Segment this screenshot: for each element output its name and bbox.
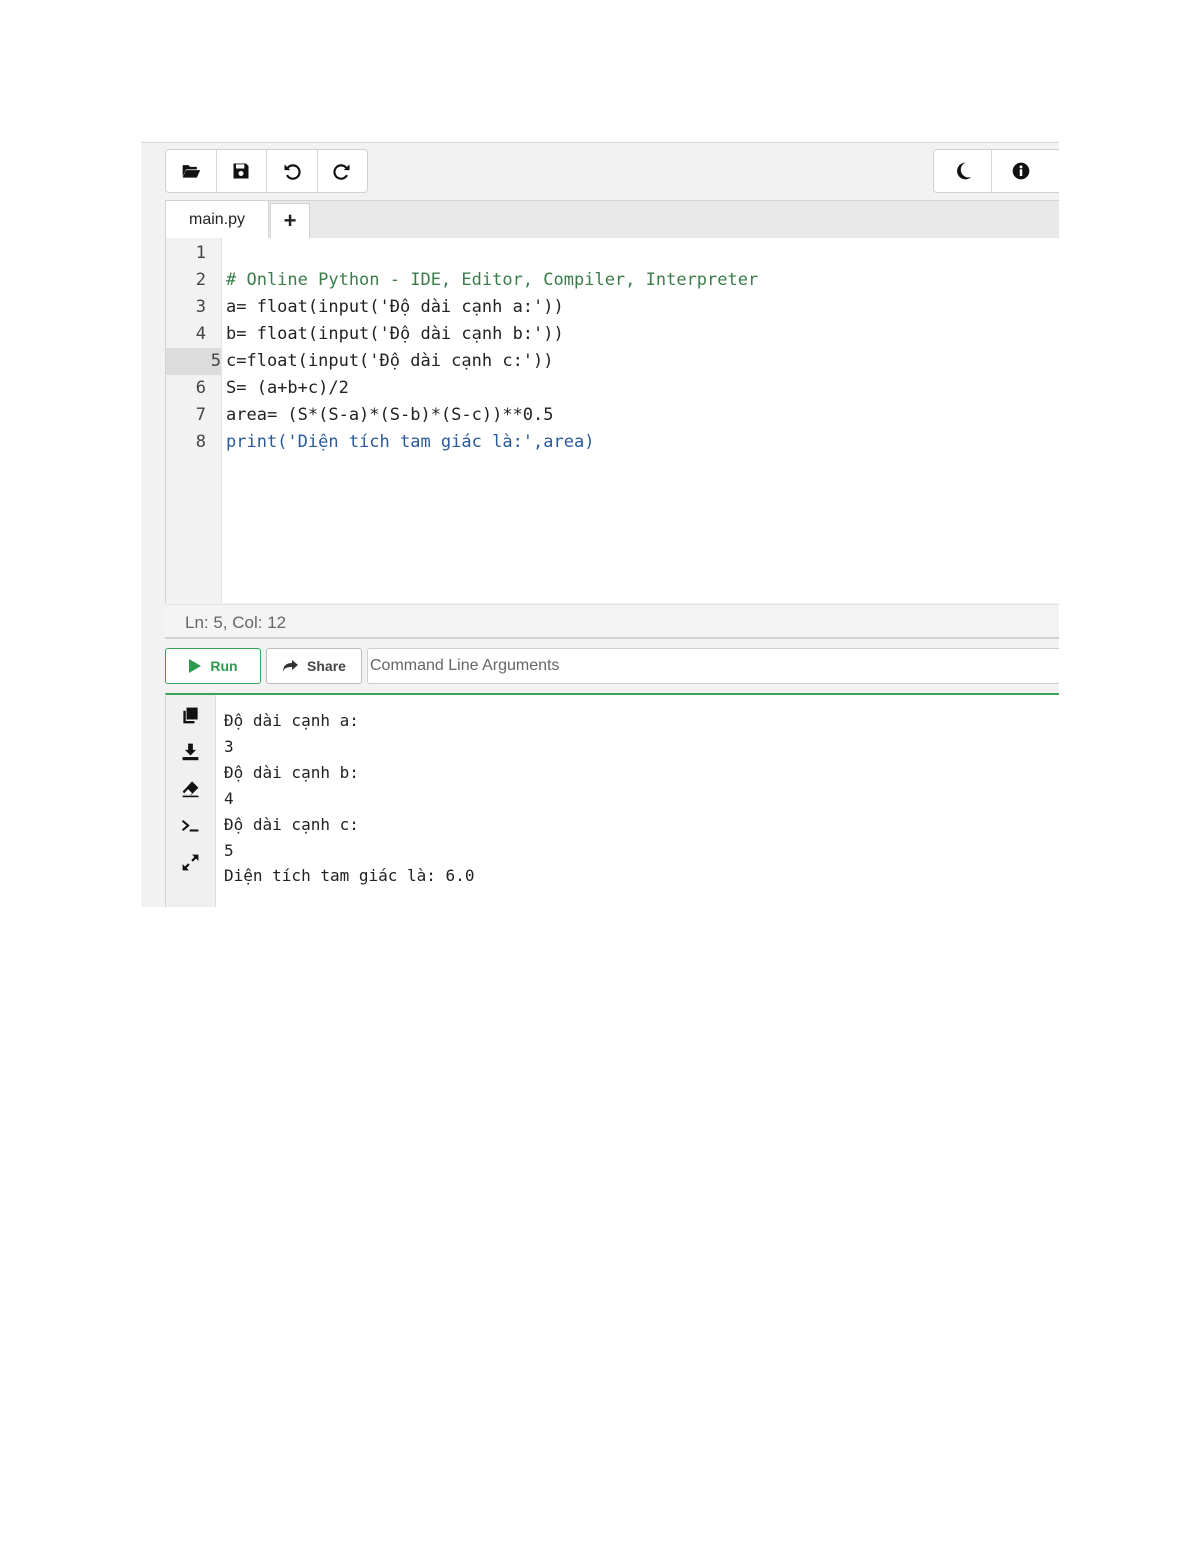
- tab-main-py[interactable]: main.py: [166, 201, 269, 239]
- code-line: b= float(input('Độ dài cạnh b:')): [226, 324, 564, 344]
- tab-bar: main.py +: [165, 200, 1059, 239]
- play-icon: [189, 659, 202, 673]
- open-file-button[interactable]: [166, 150, 217, 192]
- info-icon: [1012, 162, 1029, 180]
- output-line: Độ dài cạnh a:: [224, 711, 359, 730]
- cursor-position: Ln: 5, Col: 12: [185, 613, 287, 632]
- output-line: Độ dài cạnh b:: [224, 763, 359, 782]
- expand-console-button[interactable]: [179, 851, 201, 873]
- eraser-icon: [182, 780, 198, 797]
- code-line: print('Diện tích tam giác là:',area): [226, 432, 595, 452]
- code-editor[interactable]: 1 2 3 4 5 6 7 8 # Online Python - IDE, E…: [165, 238, 1059, 603]
- folder-open-icon: [182, 165, 200, 178]
- line-number: 7: [195, 405, 206, 425]
- save-icon: [233, 163, 249, 179]
- plus-icon: +: [283, 208, 297, 233]
- output-line: 3: [224, 737, 234, 756]
- share-button[interactable]: Share: [266, 648, 362, 684]
- share-icon: [283, 660, 299, 672]
- copy-output-button[interactable]: [179, 704, 201, 726]
- line-number: 6: [195, 378, 206, 398]
- share-label: Share: [307, 658, 346, 674]
- line-number-gutter: 1 2 3 4 5 6 7 8: [166, 238, 222, 603]
- line-number: 2: [195, 270, 206, 290]
- redo-icon: [333, 164, 350, 180]
- code-line: S= (a+b+c)/2: [226, 378, 349, 398]
- file-toolbar: [165, 149, 368, 193]
- line-number: 3: [195, 297, 206, 317]
- editor-status-bar: Ln: 5, Col: 12: [165, 604, 1059, 639]
- output-line: 4: [224, 789, 234, 808]
- terminal-icon: [181, 819, 198, 832]
- undo-icon: [284, 164, 301, 180]
- code-line: a= float(input('Độ dài cạnh a:')): [226, 297, 564, 317]
- redo-button[interactable]: [318, 150, 368, 192]
- download-icon: [182, 743, 198, 760]
- code-line: area= (S*(S-a)*(S-b)*(S-c))**0.5: [226, 405, 554, 425]
- run-label: Run: [210, 658, 238, 674]
- output-line: Độ dài cạnh c:: [224, 815, 359, 834]
- save-button[interactable]: [217, 150, 267, 192]
- run-button[interactable]: Run: [165, 648, 261, 684]
- output-console[interactable]: Độ dài cạnh a: 3 Độ dài cạnh b: 4 Độ dài…: [165, 693, 1059, 907]
- clear-output-button[interactable]: [179, 777, 201, 799]
- tab-label: main.py: [188, 211, 246, 228]
- output-line: Diện tích tam giác là: 6.0: [224, 866, 475, 885]
- expand-icon: [182, 854, 198, 870]
- info-button[interactable]: [992, 150, 1049, 192]
- code-line: c=float(input('Độ dài cạnh c:')): [226, 351, 554, 371]
- command-line-arguments-input[interactable]: [367, 648, 1059, 684]
- download-output-button[interactable]: [179, 740, 201, 762]
- moon-icon: [956, 162, 971, 180]
- line-number: 8: [195, 432, 206, 452]
- add-tab-button[interactable]: +: [270, 203, 310, 239]
- ide-screenshot: main.py + 1 2 3 4 5 6 7 8 # Online Pytho…: [141, 142, 1059, 907]
- dark-mode-button[interactable]: [934, 150, 992, 192]
- console-sidebar: [166, 695, 216, 907]
- line-number: 1: [195, 243, 206, 263]
- code-line: # Online Python - IDE, Editor, Compiler,…: [226, 270, 759, 290]
- view-toolbar: [933, 149, 1059, 193]
- terminal-button[interactable]: [179, 814, 201, 836]
- active-line-number: 5: [166, 348, 221, 375]
- undo-button[interactable]: [267, 150, 318, 192]
- copy-icon: [182, 707, 198, 723]
- output-line: 5: [224, 841, 234, 860]
- line-number: 4: [195, 324, 206, 344]
